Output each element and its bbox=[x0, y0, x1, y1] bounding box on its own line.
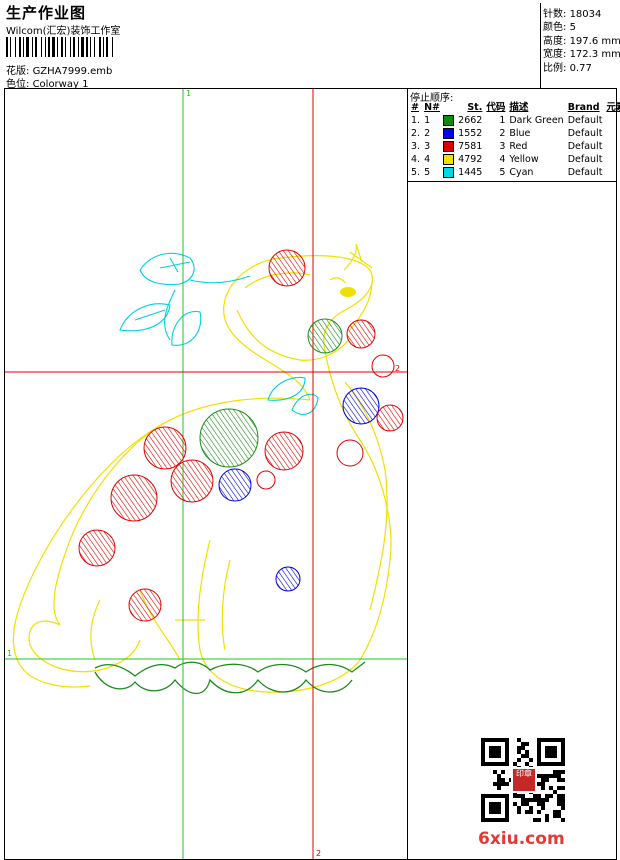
site-watermark: 6xiu.com bbox=[478, 829, 565, 849]
spot-blue bbox=[275, 566, 301, 592]
design-canvas: 1 1 2 2 bbox=[5, 89, 407, 859]
spot-red bbox=[268, 249, 306, 287]
spot-green bbox=[307, 318, 343, 354]
spot-red bbox=[376, 404, 404, 432]
seal-text: 印章 bbox=[516, 769, 532, 778]
spot-red bbox=[170, 459, 214, 503]
spot-red bbox=[264, 431, 304, 471]
spot-red bbox=[371, 354, 395, 378]
seal-icon: 印章 bbox=[511, 767, 537, 793]
spot-blue bbox=[218, 468, 252, 502]
spot-blue bbox=[342, 387, 380, 425]
dinosaur-spots bbox=[78, 249, 404, 622]
green-guide-label-top: 1 bbox=[186, 89, 191, 98]
spot-red bbox=[128, 588, 162, 622]
green-guide-label-left: 1 bbox=[7, 649, 12, 658]
spot-red bbox=[346, 319, 376, 349]
scallop-border bbox=[94, 661, 366, 695]
spot-red bbox=[78, 529, 116, 567]
red-guide-label-right: 2 bbox=[395, 364, 400, 373]
spot-red bbox=[256, 470, 276, 490]
red-guide-label-bottom: 2 bbox=[316, 849, 321, 858]
spot-green bbox=[199, 408, 259, 468]
spot-red bbox=[143, 426, 187, 470]
spot-red bbox=[336, 439, 364, 467]
spot-red bbox=[110, 474, 158, 522]
dinosaur-eye bbox=[340, 287, 356, 297]
